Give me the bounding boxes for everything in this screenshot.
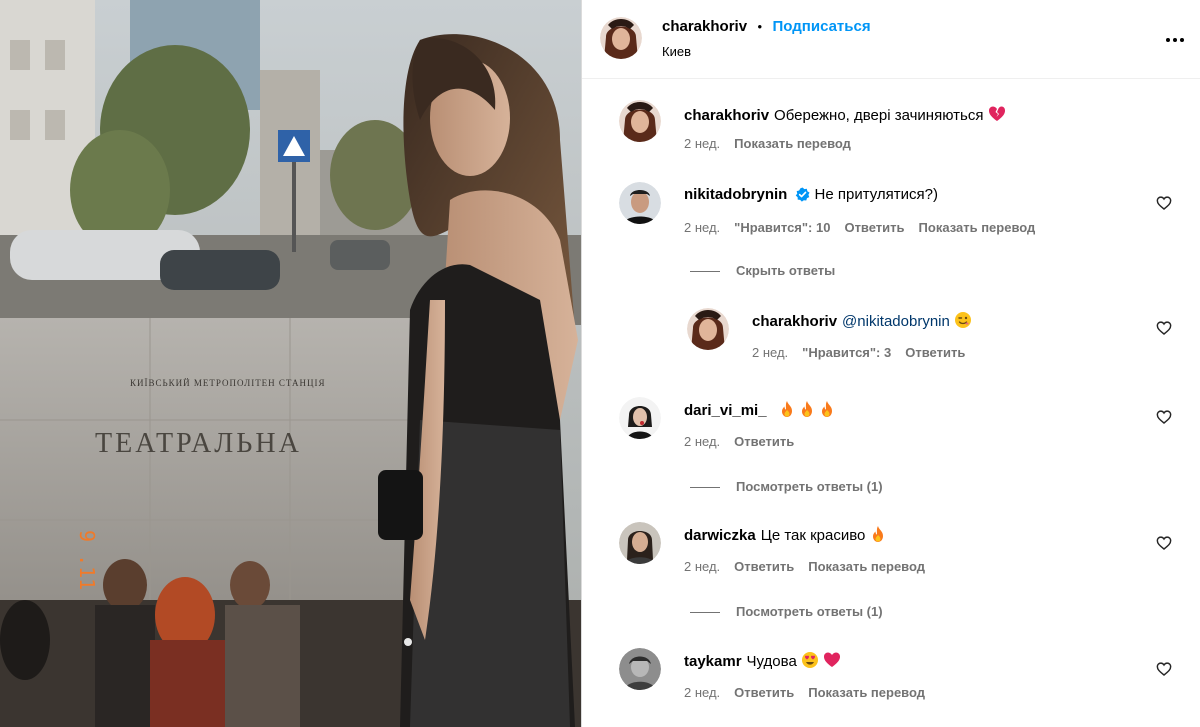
post-header: charakhoriv • Подписаться Киев <box>582 0 1200 79</box>
commenter-avatar[interactable] <box>619 397 661 439</box>
fire-emoji <box>819 400 835 424</box>
comment-username[interactable]: dari_vi_mi_ <box>684 402 767 419</box>
caption-avatar[interactable] <box>619 100 661 142</box>
more-options-icon[interactable] <box>1163 28 1187 52</box>
commenter-avatar[interactable] <box>619 182 661 224</box>
reply-reply-button[interactable]: Ответить <box>905 345 965 360</box>
commenter-avatar[interactable] <box>619 648 661 690</box>
commenter-avatar[interactable] <box>619 522 661 564</box>
reply-button[interactable]: Ответить <box>734 559 794 574</box>
hide-replies-button[interactable]: Скрыть ответы <box>690 263 835 278</box>
comment-username[interactable]: taykamr <box>684 653 742 670</box>
comment-text: Це так красиво <box>760 527 866 544</box>
comments-panel: charakhoriv • Подписаться Киев charakhor… <box>581 0 1200 727</box>
broken-heart-emoji <box>988 105 1006 129</box>
translate-link[interactable]: Показать перевод <box>808 559 925 574</box>
view-replies-label[interactable]: Посмотреть ответы (1) <box>736 479 883 494</box>
post-photo[interactable]: КИЇВСЬКИЙ МЕТРОПОЛІТЕН СТАНЦІЯ ТЕАТРАЛЬН… <box>0 0 581 727</box>
heart-outline-icon[interactable] <box>1156 661 1172 677</box>
comment-age: 2 нед. <box>684 685 721 700</box>
comment-age: 2 нед. <box>684 220 721 235</box>
author-avatar[interactable] <box>600 17 642 59</box>
comment-text: Чудова <box>746 653 797 670</box>
view-replies-label[interactable]: Посмотреть ответы (1) <box>736 604 883 619</box>
replies-divider <box>690 487 720 489</box>
winking-face-emoji <box>954 311 972 335</box>
heart-outline-icon[interactable] <box>1156 535 1172 551</box>
heart-outline-icon[interactable] <box>1156 320 1172 336</box>
comment-age: 2 нед. <box>684 434 721 449</box>
heart-eyes-emoji <box>801 651 819 675</box>
caption-username[interactable]: charakhoriv <box>684 107 769 124</box>
replies-divider <box>690 612 720 614</box>
translate-link[interactable]: Показать перевод <box>808 685 925 700</box>
view-replies-button[interactable]: Посмотреть ответы (1) <box>690 604 883 619</box>
header-separator: • <box>757 19 763 34</box>
heart-outline-icon[interactable] <box>1156 195 1172 211</box>
comment-age: 2 нед. <box>684 559 721 574</box>
reply-button[interactable]: Ответить <box>844 220 904 235</box>
red-heart-emoji <box>823 651 841 675</box>
verified-badge-icon <box>795 187 810 208</box>
fire-emoji <box>799 400 815 424</box>
reply-button[interactable]: Ответить <box>734 434 794 449</box>
caption-translate-link[interactable]: Показать перевод <box>734 136 851 151</box>
hide-replies-label[interactable]: Скрыть ответы <box>736 263 835 278</box>
translate-link[interactable]: Показать перевод <box>919 220 1036 235</box>
metro-sign-small: КИЇВСЬКИЙ МЕТРОПОЛІТЕН СТАНЦІЯ <box>130 378 326 388</box>
header-username[interactable]: charakhoriv <box>662 18 747 35</box>
caption-age: 2 нед. <box>684 136 721 151</box>
metro-sign-big: ТЕАТРАЛЬНА <box>95 428 302 459</box>
photo-illustration: КИЇВСЬКИЙ МЕТРОПОЛІТЕН СТАНЦІЯ ТЕАТРАЛЬН… <box>0 0 581 727</box>
heart-outline-icon[interactable] <box>1156 409 1172 425</box>
replies-divider <box>690 271 720 273</box>
view-replies-button[interactable]: Посмотреть ответы (1) <box>690 479 883 494</box>
comment-text: Не притулятися?) <box>814 186 938 203</box>
reply-mention-link[interactable]: @nikitadobrynin <box>842 313 950 330</box>
comment-username[interactable]: nikitadobrynin <box>684 186 787 203</box>
reply-likes[interactable]: "Нравится": 3 <box>802 345 891 360</box>
reply-button[interactable]: Ответить <box>734 685 794 700</box>
follow-button[interactable]: Подписаться <box>773 18 871 35</box>
comment-likes[interactable]: "Нравится": 10 <box>734 220 830 235</box>
reply-age: 2 нед. <box>752 345 789 360</box>
fire-emoji <box>779 400 795 424</box>
comment-username[interactable]: darwiczka <box>684 527 756 544</box>
reply-username[interactable]: charakhoriv <box>752 313 837 330</box>
replier-avatar[interactable] <box>687 308 729 350</box>
caption-text: Обережно, двері зачиняються <box>774 107 984 124</box>
location-link[interactable]: Киев <box>662 44 691 59</box>
fire-emoji <box>870 525 886 549</box>
